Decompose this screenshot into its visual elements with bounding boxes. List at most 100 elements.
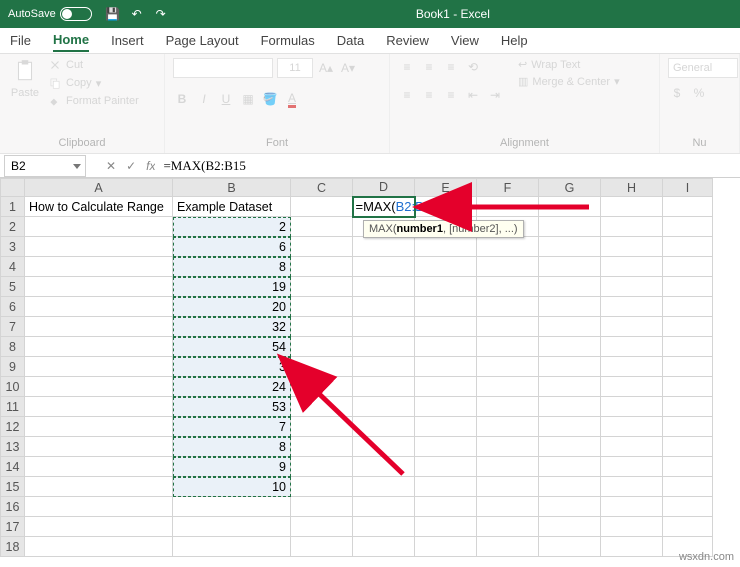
cell-H5[interactable]: [601, 277, 663, 297]
cell-H16[interactable]: [601, 497, 663, 517]
cell-A17[interactable]: [25, 517, 173, 537]
cell-C9[interactable]: [291, 357, 353, 377]
cell-G17[interactable]: [539, 517, 601, 537]
cell-G5[interactable]: [539, 277, 601, 297]
cell-E10[interactable]: [415, 377, 477, 397]
tab-page-layout[interactable]: Page Layout: [166, 30, 239, 51]
cell-C3[interactable]: [291, 237, 353, 257]
col-header-F[interactable]: F: [477, 179, 539, 197]
cell-C15[interactable]: [291, 477, 353, 497]
cell-B17[interactable]: [173, 517, 291, 537]
row-header-8[interactable]: 8: [1, 337, 25, 357]
tab-file[interactable]: File: [10, 30, 31, 51]
cell-D16[interactable]: [353, 497, 415, 517]
cell-F11[interactable]: [477, 397, 539, 417]
tab-review[interactable]: Review: [386, 30, 429, 51]
cell-H6[interactable]: [601, 297, 663, 317]
cell-H3[interactable]: [601, 237, 663, 257]
cell-B7[interactable]: 32: [173, 317, 291, 337]
select-all-corner[interactable]: [1, 179, 25, 197]
cell-H14[interactable]: [601, 457, 663, 477]
row-header-14[interactable]: 14: [1, 457, 25, 477]
accept-formula-icon[interactable]: ✓: [126, 159, 136, 173]
cell-I7[interactable]: [663, 317, 713, 337]
cell-H2[interactable]: [601, 217, 663, 237]
cell-G8[interactable]: [539, 337, 601, 357]
fx-icon[interactable]: fx: [146, 159, 155, 173]
col-header-B[interactable]: B: [173, 179, 291, 197]
cell-I8[interactable]: [663, 337, 713, 357]
row-header-3[interactable]: 3: [1, 237, 25, 257]
cell-D5[interactable]: [353, 277, 415, 297]
font-size-select[interactable]: 11: [277, 58, 313, 78]
cell-G7[interactable]: [539, 317, 601, 337]
cell-D12[interactable]: [353, 417, 415, 437]
cut-button[interactable]: Cut: [48, 58, 139, 72]
cell-A8[interactable]: [25, 337, 173, 357]
cell-B5[interactable]: 19: [173, 277, 291, 297]
border-icon[interactable]: ▦: [239, 90, 257, 108]
indent-increase-icon[interactable]: ⇥: [486, 86, 504, 104]
cell-H13[interactable]: [601, 437, 663, 457]
redo-icon[interactable]: ↷: [150, 3, 172, 25]
cell-B10[interactable]: 24: [173, 377, 291, 397]
paste-button[interactable]: Paste: [8, 58, 42, 99]
cell-F3[interactable]: [477, 237, 539, 257]
cell-C6[interactable]: [291, 297, 353, 317]
cell-A4[interactable]: [25, 257, 173, 277]
cell-D18[interactable]: [353, 537, 415, 557]
align-top-icon[interactable]: ≡: [398, 58, 416, 76]
cell-H11[interactable]: [601, 397, 663, 417]
cell-E6[interactable]: [415, 297, 477, 317]
cell-D15[interactable]: [353, 477, 415, 497]
cell-B14[interactable]: 9: [173, 457, 291, 477]
cell-B11[interactable]: 53: [173, 397, 291, 417]
cell-I11[interactable]: [663, 397, 713, 417]
cell-G1[interactable]: [539, 197, 601, 217]
tab-insert[interactable]: Insert: [111, 30, 144, 51]
cell-F10[interactable]: [477, 377, 539, 397]
cell-C10[interactable]: [291, 377, 353, 397]
cell-I1[interactable]: [663, 197, 713, 217]
col-header-D[interactable]: D: [353, 179, 415, 197]
cell-G18[interactable]: [539, 537, 601, 557]
row-header-7[interactable]: 7: [1, 317, 25, 337]
cell-D17[interactable]: [353, 517, 415, 537]
cell-D11[interactable]: [353, 397, 415, 417]
row-header-9[interactable]: 9: [1, 357, 25, 377]
row-header-15[interactable]: 15: [1, 477, 25, 497]
cell-A11[interactable]: [25, 397, 173, 417]
cell-H18[interactable]: [601, 537, 663, 557]
cell-C7[interactable]: [291, 317, 353, 337]
percent-icon[interactable]: %: [690, 84, 708, 102]
cell-A9[interactable]: [25, 357, 173, 377]
row-header-13[interactable]: 13: [1, 437, 25, 457]
col-header-C[interactable]: C: [291, 179, 353, 197]
undo-icon[interactable]: ↶: [126, 3, 148, 25]
cell-C8[interactable]: [291, 337, 353, 357]
cell-D13[interactable]: [353, 437, 415, 457]
row-header-17[interactable]: 17: [1, 517, 25, 537]
cell-C12[interactable]: [291, 417, 353, 437]
col-header-A[interactable]: A: [25, 179, 173, 197]
cell-F16[interactable]: [477, 497, 539, 517]
indent-decrease-icon[interactable]: ⇤: [464, 86, 482, 104]
cell-C2[interactable]: [291, 217, 353, 237]
cell-I3[interactable]: [663, 237, 713, 257]
cell-B15[interactable]: 10: [173, 477, 291, 497]
cell-I10[interactable]: [663, 377, 713, 397]
cell-G16[interactable]: [539, 497, 601, 517]
merge-center-button[interactable]: ▥ Merge & Center ▾: [518, 75, 620, 88]
row-header-6[interactable]: 6: [1, 297, 25, 317]
name-box[interactable]: B2: [4, 155, 86, 177]
increase-font-icon[interactable]: A▴: [317, 59, 335, 77]
cell-A1[interactable]: How to Calculate Range: [25, 197, 173, 217]
row-header-16[interactable]: 16: [1, 497, 25, 517]
tab-home[interactable]: Home: [53, 29, 89, 52]
cell-E18[interactable]: [415, 537, 477, 557]
cell-I5[interactable]: [663, 277, 713, 297]
italic-button[interactable]: I: [195, 90, 213, 108]
cell-G4[interactable]: [539, 257, 601, 277]
autosave-toggle[interactable]: [60, 7, 92, 21]
cell-F5[interactable]: [477, 277, 539, 297]
